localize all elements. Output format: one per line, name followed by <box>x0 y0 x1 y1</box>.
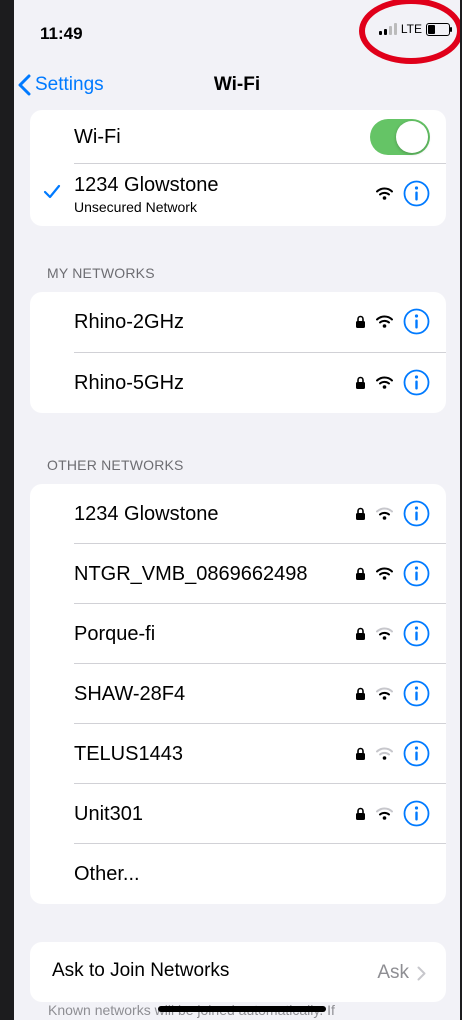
my-networks-group: Rhino-2GHz Rhino-5GHz <box>30 292 446 413</box>
network-icons <box>355 308 430 335</box>
info-icon[interactable] <box>403 800 430 827</box>
status-bar: 11:49 LTE <box>14 0 460 70</box>
phone-screen: 11:49 LTE Settings Wi-Fi Wi-Fi 1234 Glow… <box>14 0 460 1020</box>
wifi-signal-icon <box>376 627 393 640</box>
chevron-right-icon <box>417 966 426 980</box>
info-icon[interactable] <box>403 680 430 707</box>
wifi-signal-icon <box>376 507 393 520</box>
network-name: Unit301 <box>74 803 143 825</box>
checkmark-icon <box>43 184 61 199</box>
other-network-label: Other... <box>74 863 140 885</box>
navigation-bar: Settings Wi-Fi <box>14 70 460 114</box>
network-row[interactable]: Unit301 <box>30 784 446 844</box>
network-name: 1234 Glowstone <box>74 503 219 525</box>
wifi-toggle-row: Wi-Fi <box>30 110 446 164</box>
network-row[interactable]: Rhino-5GHz <box>30 353 446 413</box>
network-row[interactable]: SHAW-28F4 <box>30 664 446 724</box>
lock-icon <box>356 687 365 700</box>
wifi-signal-icon <box>376 376 393 389</box>
wifi-signal-icon <box>376 687 393 700</box>
wifi-signal-icon <box>376 807 393 820</box>
toggle-knob <box>396 121 428 153</box>
wifi-toggle[interactable] <box>370 119 430 155</box>
network-icons <box>355 740 430 767</box>
other-network-row[interactable]: Other... <box>30 844 446 904</box>
lock-icon <box>356 627 365 640</box>
wifi-signal-icon <box>376 747 393 760</box>
network-row[interactable]: TELUS1443 <box>30 724 446 784</box>
lock-icon <box>356 807 365 820</box>
info-icon[interactable] <box>403 620 430 647</box>
network-icons <box>355 800 430 827</box>
wifi-group: Wi-Fi 1234 Glowstone Unsecured Network <box>30 110 446 226</box>
ask-to-join-label: Ask to Join Networks <box>52 960 230 981</box>
info-icon[interactable] <box>403 180 430 207</box>
network-row[interactable]: 1234 Glowstone <box>30 484 446 544</box>
info-icon[interactable] <box>403 369 430 396</box>
network-icons <box>355 369 430 396</box>
wifi-signal-icon <box>376 187 393 200</box>
info-icon[interactable] <box>403 500 430 527</box>
network-row[interactable]: Rhino-2GHz <box>30 292 446 353</box>
info-icon[interactable] <box>403 560 430 587</box>
other-networks-group: 1234 Glowstone NTGR_VMB_0869662498 Porqu… <box>30 484 446 904</box>
lock-icon <box>356 376 365 389</box>
connected-network-icons <box>376 180 430 207</box>
lock-icon <box>356 507 365 520</box>
network-icons <box>355 500 430 527</box>
connected-network-name: 1234 Glowstone <box>74 174 219 196</box>
lock-icon <box>356 315 365 328</box>
network-icons <box>355 620 430 647</box>
network-name: TELUS1443 <box>74 743 183 765</box>
connected-network-row[interactable]: 1234 Glowstone Unsecured Network <box>30 164 446 226</box>
network-row[interactable]: NTGR_VMB_0869662498 <box>30 544 446 604</box>
network-name: NTGR_VMB_0869662498 <box>74 563 308 585</box>
info-icon[interactable] <box>403 740 430 767</box>
ask-to-join-value: Ask <box>377 962 426 984</box>
network-name: Rhino-5GHz <box>74 372 185 394</box>
lock-icon <box>356 567 365 580</box>
page-title: Wi-Fi <box>213 74 261 95</box>
lock-icon <box>356 747 365 760</box>
red-annotation-circle <box>359 0 460 64</box>
my-networks-header: MY NETWORKS <box>47 265 155 281</box>
ask-to-join-row[interactable]: Ask to Join Networks Ask <box>30 942 446 1002</box>
status-time: 11:49 <box>40 24 83 43</box>
other-networks-header: OTHER NETWORKS <box>47 457 184 473</box>
ask-to-join-group: Ask to Join Networks Ask <box>30 942 446 1002</box>
ask-to-join-value-text: Ask <box>377 962 409 983</box>
network-row[interactable]: Porque-fi <box>30 604 446 664</box>
wifi-signal-icon <box>376 567 393 580</box>
wifi-label: Wi-Fi <box>74 126 121 148</box>
network-name: Rhino-2GHz <box>74 311 185 333</box>
wifi-signal-icon <box>376 315 393 328</box>
network-icons <box>355 560 430 587</box>
network-icons <box>355 680 430 707</box>
network-name: SHAW-28F4 <box>74 683 186 705</box>
connected-network-status: Unsecured Network <box>74 199 197 215</box>
network-name: Porque-fi <box>74 623 156 645</box>
home-indicator[interactable] <box>158 1006 326 1012</box>
info-icon[interactable] <box>403 308 430 335</box>
